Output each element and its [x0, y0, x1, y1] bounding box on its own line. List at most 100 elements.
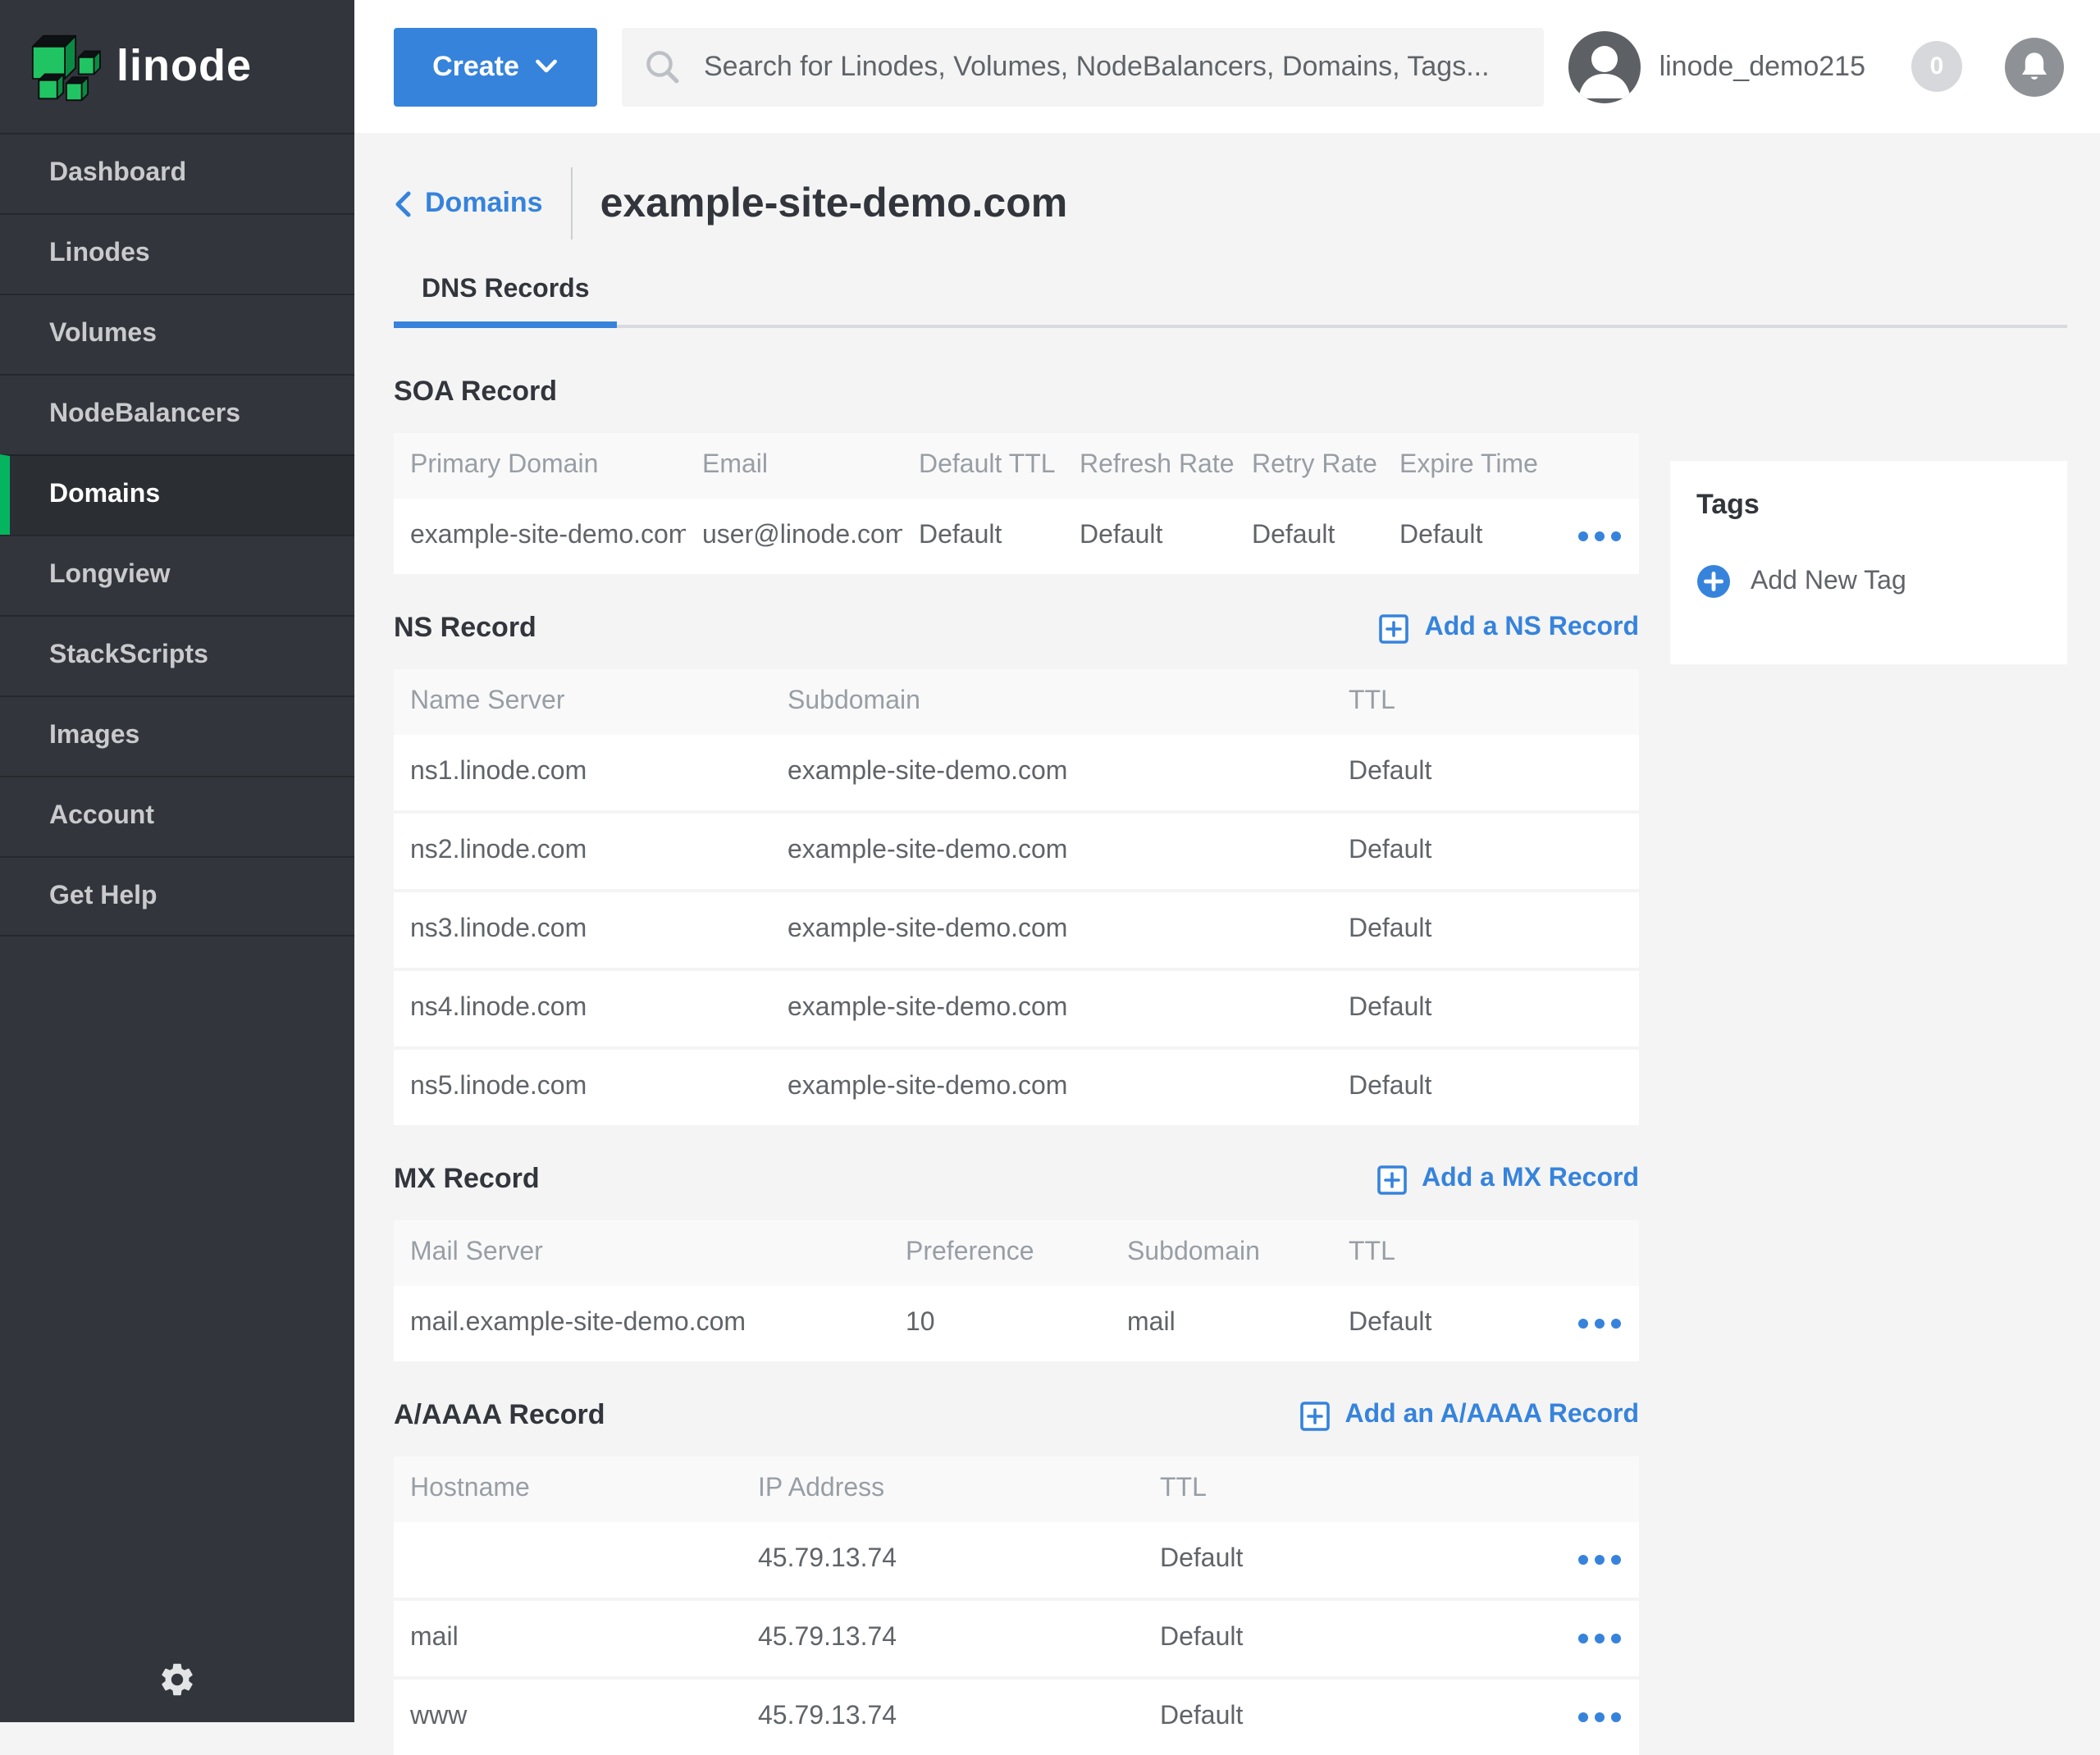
add-record-label: Add a NS Record	[1425, 613, 1639, 643]
table-cell: user@linode.com	[686, 499, 902, 574]
sidebar-item-get-help[interactable]: Get Help	[0, 856, 354, 937]
tab-dns-records[interactable]: DNS Records	[394, 276, 618, 325]
column-header: Primary Domain	[394, 433, 686, 499]
action-menu-button[interactable]	[1572, 525, 1628, 548]
user-icon	[1569, 30, 1641, 103]
table-header-row: Mail ServerPreferenceSubdomainTTL	[394, 1220, 1639, 1286]
records-column: SOA RecordPrimary DomainEmailDefault TTL…	[394, 372, 1639, 1755]
table-cell: Default	[1144, 1598, 1572, 1676]
sidebar-nav: Dashboard Linodes VolumesNodeBalancers Doma…	[0, 133, 354, 937]
table-row: ns5.linode.comexample-site-demo.comDefau…	[394, 1046, 1639, 1125]
add-ns-record-link[interactable]: Add a NS Record	[1379, 613, 1639, 644]
sidebar-item-nodebalancers[interactable]: NodeBalancers	[0, 374, 354, 454]
action-menu-button[interactable]	[1572, 1627, 1628, 1650]
table-row: mail45.79.13.74Default	[394, 1598, 1639, 1676]
section-ns: NS RecordAdd a NS RecordName ServerSubdo…	[394, 609, 1639, 1125]
content-area: Domains example-site-demo.com DNS Record…	[354, 133, 2100, 1722]
table-cell: example-site-demo.com	[394, 499, 686, 574]
sidebar-item-label: StackScripts	[49, 641, 208, 671]
page-title: example-site-demo.com	[600, 180, 1068, 227]
table-cell: example-site-demo.com	[771, 889, 1332, 968]
linode-cubes-icon	[30, 32, 102, 101]
sidebar-item-stackscripts[interactable]: StackScripts	[0, 615, 354, 695]
table-cell: example-site-demo.com	[771, 968, 1332, 1046]
sidebar-item-label: Longview	[49, 561, 171, 590]
column-header: IP Address	[742, 1456, 1144, 1522]
table-row: ns2.linode.comexample-site-demo.comDefau…	[394, 810, 1639, 889]
column-header: Default TTL	[902, 433, 1063, 499]
sidebar-item-images[interactable]: Images	[0, 695, 354, 776]
column-header: TTL	[1332, 1220, 1572, 1286]
status-badge[interactable]: 0	[1911, 41, 1962, 92]
table-row: ns4.linode.comexample-site-demo.comDefau…	[394, 968, 1639, 1046]
table-cell: Default	[1332, 735, 1639, 810]
linode-logo[interactable]: linode	[0, 0, 354, 133]
column-header: Retry Rate	[1235, 433, 1383, 499]
sidebar-item-label: Dashboard	[49, 159, 186, 189]
column-header: Subdomain	[771, 669, 1332, 735]
sidebar-item-domains[interactable]: Domains	[0, 454, 354, 535]
sidebar-item-label: Images	[49, 722, 139, 751]
table-cell-actions	[1572, 1522, 1639, 1598]
action-menu-button[interactable]	[1572, 1548, 1628, 1571]
table-row: ns3.linode.comexample-site-demo.comDefau…	[394, 889, 1639, 968]
chevron-down-icon	[536, 59, 559, 74]
notifications-button[interactable]	[2005, 37, 2064, 96]
gear-icon	[158, 1660, 197, 1699]
column-header: Refresh Rate	[1063, 433, 1235, 499]
table-cell: Default	[1332, 968, 1639, 1046]
table-cell: mail	[394, 1598, 742, 1676]
bell-icon	[2018, 50, 2051, 83]
add-mx-record-link[interactable]: Add a MX Record	[1376, 1164, 1639, 1195]
soa-table: Primary DomainEmailDefault TTLRefresh Ra…	[394, 433, 1639, 574]
sidebar-item-label: Linodes	[49, 239, 150, 269]
table-cell-actions	[1572, 1598, 1639, 1676]
table-row: mail.example-site-demo.com10mailDefault	[394, 1286, 1639, 1361]
table-cell: Default	[1332, 1286, 1572, 1361]
breadcrumb-domains-link[interactable]: Domains	[394, 187, 543, 220]
table-cell: 45.79.13.74	[742, 1676, 1144, 1755]
sidebar-item-account[interactable]: Account	[0, 776, 354, 856]
add-a-aaaa-record-link[interactable]: Add an A/AAAA Record	[1299, 1400, 1639, 1431]
table-cell: ns3.linode.com	[394, 889, 771, 968]
a-aaaa-table: HostnameIP AddressTTL45.79.13.74Defaultm…	[394, 1456, 1639, 1755]
tags-panel-title: Tags	[1696, 489, 2041, 522]
table-header-row: Primary DomainEmailDefault TTLRefresh Ra…	[394, 433, 1639, 499]
column-header: Preference	[889, 1220, 1111, 1286]
username[interactable]: linode_demo215	[1659, 50, 1865, 83]
sidebar-item-longview[interactable]: Longview	[0, 535, 354, 615]
plus-circle-icon	[1696, 564, 1731, 599]
action-menu-button[interactable]	[1572, 1706, 1628, 1729]
sidebar-item-linodes[interactable]: Linodes	[0, 213, 354, 294]
settings-gear-button[interactable]	[158, 1660, 197, 1699]
avatar[interactable]	[1569, 30, 1641, 103]
column-header: TTL	[1144, 1456, 1572, 1522]
plus-square-icon	[1379, 613, 1410, 644]
search-icon	[645, 48, 681, 84]
section-a-aaaa: A/AAAA RecordAdd an A/AAAA RecordHostnam…	[394, 1396, 1639, 1755]
topbar-right: linode_demo215 0	[1569, 30, 2064, 103]
table-header-row: HostnameIP AddressTTL	[394, 1456, 1639, 1522]
global-search	[622, 27, 1544, 106]
table-cell: 45.79.13.74	[742, 1598, 1144, 1676]
sidebar-item-dashboard[interactable]: Dashboard	[0, 133, 354, 213]
plus-square-icon	[1299, 1400, 1330, 1431]
create-button-label: Create	[432, 50, 519, 83]
add-record-label: Add an A/AAAA Record	[1344, 1401, 1639, 1430]
create-button[interactable]: Create	[394, 27, 597, 106]
column-header: Hostname	[394, 1456, 742, 1522]
table-cell-actions	[1572, 1676, 1639, 1755]
sidebar-item-label: Domains	[49, 481, 160, 510]
section-soa: SOA RecordPrimary DomainEmailDefault TTL…	[394, 372, 1639, 574]
action-menu-button[interactable]	[1572, 1312, 1628, 1335]
breadcrumb-label: Domains	[425, 187, 543, 220]
column-header: TTL	[1332, 669, 1639, 735]
table-row: 45.79.13.74Default	[394, 1522, 1639, 1598]
section-title: NS Record	[394, 612, 536, 645]
table-cell: 45.79.13.74	[742, 1522, 1144, 1598]
add-new-tag-button[interactable]: Add New Tag	[1696, 564, 1906, 599]
table-row: ns1.linode.comexample-site-demo.comDefau…	[394, 735, 1639, 810]
sidebar-item-volumes[interactable]: Volumes	[0, 294, 354, 374]
search-input[interactable]	[701, 48, 1521, 84]
column-header-actions	[1572, 1220, 1639, 1286]
